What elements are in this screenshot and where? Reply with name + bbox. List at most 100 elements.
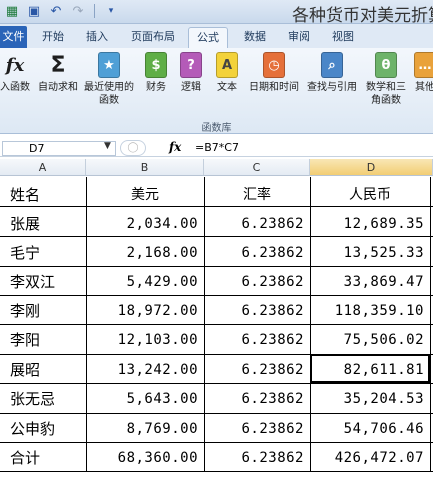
text-label: 文本 xyxy=(217,82,237,93)
tab-review[interactable]: 审阅 xyxy=(282,27,316,48)
title-bar: ▦ ▣ ↶ ↷ ▾ 各种货币对美元折算 xyxy=(0,0,433,26)
lookup-label: 查找与引用 xyxy=(307,82,357,93)
quick-access-toolbar: ▦ ▣ ↶ ↷ ▾ xyxy=(4,3,119,19)
header-usd[interactable]: 美元 xyxy=(86,180,204,210)
datetime-label: 日期和时间 xyxy=(249,82,299,93)
rmb-cell[interactable]: 13,525.33 xyxy=(310,238,430,268)
name-cell[interactable]: 公申豹 xyxy=(0,414,86,444)
column-header-a[interactable]: A xyxy=(0,159,86,176)
rmb-cell[interactable]: 75,506.02 xyxy=(310,325,430,355)
tab-file[interactable]: 文件 xyxy=(0,26,27,48)
rate-cell[interactable]: 6.23862 xyxy=(204,238,310,268)
usd-cell[interactable]: 5,429.00 xyxy=(86,267,204,297)
rate-cell[interactable]: 6.23862 xyxy=(204,296,310,326)
clock-book-icon: ◷ xyxy=(263,52,285,78)
window-title: 各种货币对美元折算 xyxy=(292,6,433,26)
rmb-cell[interactable]: 12,689.35 xyxy=(310,209,430,239)
header-rate[interactable]: 汇率 xyxy=(204,180,310,210)
tab-data[interactable]: 数据 xyxy=(238,27,272,48)
chevron-down-icon[interactable]: ▼ xyxy=(104,141,111,151)
usd-cell[interactable]: 68,360.00 xyxy=(86,443,204,473)
table-border xyxy=(430,177,431,472)
financial-button[interactable]: $ 财务 xyxy=(141,52,171,94)
rmb-cell[interactable]: 426,472.07 xyxy=(310,443,430,473)
name-cell[interactable]: 张展 xyxy=(0,209,86,239)
logical-label: 逻辑 xyxy=(181,82,201,93)
header-name[interactable]: 姓名 xyxy=(0,180,86,210)
financial-label: 财务 xyxy=(146,82,166,93)
name-cell[interactable]: 李刚 xyxy=(0,296,86,326)
logical-book-icon: ? xyxy=(180,52,202,78)
formula-bar: D7 ▼ ◯ fx =B7*C7 xyxy=(0,140,433,157)
rate-cell[interactable]: 6.23862 xyxy=(204,414,310,444)
financial-book-icon: $ xyxy=(145,52,167,78)
sigma-icon: Σ xyxy=(50,52,66,78)
usd-cell[interactable]: 18,972.00 xyxy=(86,296,204,326)
save-icon[interactable]: ▣ xyxy=(26,3,42,19)
tab-formulas[interactable]: 公式 xyxy=(188,27,228,48)
insert-function-label: 入函数 xyxy=(0,82,30,93)
ribbon-formulas: fx 入函数 Σ 自动求和 ★ 最近使用的函数 $ 财务 ? 逻辑 A 文本 ◷… xyxy=(0,48,433,134)
recent-functions-button[interactable]: ★ 最近使用的函数 xyxy=(82,52,136,107)
header-rmb[interactable]: 人民币 xyxy=(310,180,430,210)
theta-book-icon: θ xyxy=(375,52,397,78)
math-button[interactable]: θ 数学和三角函数 xyxy=(362,52,410,107)
logical-button[interactable]: ? 逻辑 xyxy=(176,52,206,94)
text-button[interactable]: A 文本 xyxy=(212,52,242,94)
insert-function-icon[interactable]: fx xyxy=(169,140,181,154)
usd-cell[interactable]: 5,643.00 xyxy=(86,384,204,414)
lookup-button[interactable]: ⌕ 查找与引用 xyxy=(304,52,360,94)
name-cell[interactable]: 张无忌 xyxy=(0,384,86,414)
text-book-icon: A xyxy=(216,52,238,78)
more-book-icon: … xyxy=(414,52,433,78)
tab-home[interactable]: 开始 xyxy=(36,27,70,48)
redo-icon[interactable]: ↷ xyxy=(70,3,86,19)
formula-input[interactable]: =B7*C7 xyxy=(195,141,239,154)
name-cell[interactable]: 李阳 xyxy=(0,325,86,355)
column-header-b[interactable]: B xyxy=(86,159,204,176)
rate-cell[interactable]: 6.23862 xyxy=(204,384,310,414)
usd-cell[interactable]: 8,769.00 xyxy=(86,414,204,444)
rate-cell[interactable]: 6.23862 xyxy=(204,355,310,385)
tab-view[interactable]: 视图 xyxy=(326,27,360,48)
rmb-cell[interactable]: 118,359.10 xyxy=(310,296,430,326)
usd-cell[interactable]: 12,103.00 xyxy=(86,325,204,355)
math-label: 数学和三角函数 xyxy=(366,82,406,106)
tab-insert[interactable]: 插入 xyxy=(80,27,114,48)
undo-icon[interactable]: ↶ xyxy=(48,3,64,19)
column-header-c[interactable]: C xyxy=(204,159,310,176)
lookup-book-icon: ⌕ xyxy=(321,52,343,78)
autosum-button[interactable]: Σ 自动求和 xyxy=(36,52,80,94)
book-star-icon: ★ xyxy=(98,52,120,78)
fx-icon: fx xyxy=(5,54,25,76)
group-label-function-library: 函数库 xyxy=(201,123,232,134)
rmb-cell[interactable]: 35,204.53 xyxy=(310,384,430,414)
usd-cell[interactable]: 2,168.00 xyxy=(86,238,204,268)
tab-page-layout[interactable]: 页面布局 xyxy=(124,27,182,48)
name-cell[interactable]: 合计 xyxy=(0,443,86,473)
rate-cell[interactable]: 6.23862 xyxy=(204,325,310,355)
formula-controls: ◯ xyxy=(120,140,146,156)
usd-cell[interactable]: 2,034.00 xyxy=(86,209,204,239)
customize-toolbar-icon[interactable]: ▾ xyxy=(103,3,119,19)
ribbon-tabs: 文件 开始 插入 页面布局 公式 数据 审阅 视图 xyxy=(0,24,433,48)
usd-cell[interactable]: 13,242.00 xyxy=(86,355,204,385)
name-cell[interactable]: 展昭 xyxy=(0,355,86,385)
rmb-cell[interactable]: 33,869.47 xyxy=(310,267,430,297)
rate-cell[interactable]: 6.23862 xyxy=(204,209,310,239)
datetime-button[interactable]: ◷ 日期和时间 xyxy=(246,52,302,94)
column-header-d[interactable]: D xyxy=(310,159,433,176)
rmb-cell[interactable]: 54,706.46 xyxy=(310,414,430,444)
rate-cell[interactable]: 6.23862 xyxy=(204,267,310,297)
name-cell[interactable]: 毛宁 xyxy=(0,238,86,268)
selected-cell-d7[interactable] xyxy=(310,354,430,383)
toolbar-divider xyxy=(94,4,95,18)
recent-functions-label: 最近使用的函数 xyxy=(84,82,134,106)
name-box[interactable]: D7 xyxy=(2,141,116,156)
rate-cell[interactable]: 6.23862 xyxy=(204,443,310,473)
more-label: 其他 xyxy=(415,82,433,93)
excel-logo-icon[interactable]: ▦ xyxy=(4,3,20,19)
name-cell[interactable]: 李双江 xyxy=(0,267,86,297)
more-functions-button[interactable]: … 其他 xyxy=(412,52,433,94)
insert-function-button[interactable]: fx 入函数 xyxy=(0,52,32,94)
